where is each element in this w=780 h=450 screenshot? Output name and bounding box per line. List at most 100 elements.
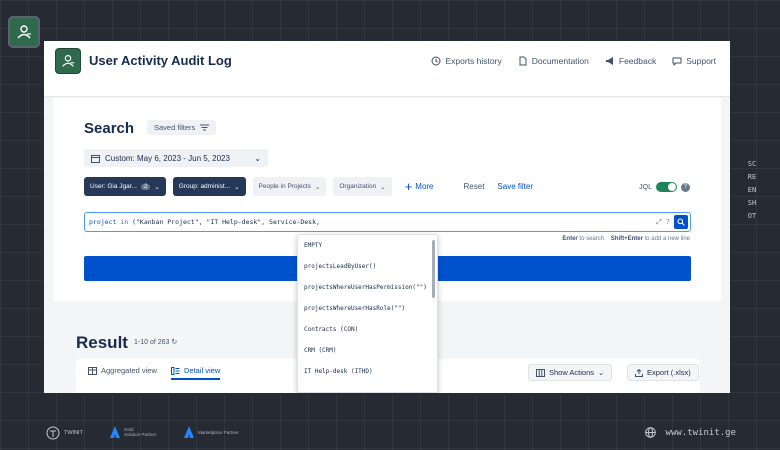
keyboard-hint: Enter to search Shift+Enter to add a new…: [562, 236, 690, 242]
user-filter-chip[interactable]: User: Gia Jgar... 2 ⌄: [84, 177, 166, 196]
atlassian-logo-icon: [110, 426, 120, 438]
jql-autocomplete-dropdown: EMPTY projectsLeadByUser() projectsWhere…: [297, 234, 438, 393]
dropdown-scrollbar[interactable]: [432, 240, 435, 298]
document-icon: [519, 56, 527, 66]
user-logo-icon: [62, 55, 75, 67]
jql-label: JQL: [639, 183, 652, 191]
jql-toggle[interactable]: [656, 182, 677, 192]
chevron-down-icon: ⌄: [254, 153, 261, 163]
user-filter-count: 2: [140, 183, 151, 190]
top-nav: Exports history Documentation Feedback S…: [431, 56, 716, 66]
expand-icon[interactable]: ⤢: [656, 218, 662, 227]
marketplace-partner-label: Marketplace Partner: [198, 429, 239, 435]
save-filter-button[interactable]: Save filter: [497, 182, 533, 191]
filter-icon: [200, 124, 210, 131]
table-icon: [88, 366, 97, 375]
chevron-down-icon: ⌄: [234, 183, 240, 191]
documentation-label: Documentation: [531, 56, 589, 66]
autocomplete-option[interactable]: IT Help-desk (ITHD): [298, 361, 437, 382]
hint-enter-text: to search: [579, 236, 605, 242]
export-button[interactable]: Export (.xlsx): [627, 364, 699, 381]
list-detail-icon: [171, 366, 180, 375]
organization-filter[interactable]: Organization ⌄: [333, 177, 392, 196]
reset-button[interactable]: Reset: [464, 182, 485, 191]
twinit-brand: TWINIT: [46, 426, 83, 440]
show-actions-button[interactable]: Show Actions ⌄: [528, 364, 613, 381]
feedback-label: Feedback: [618, 56, 657, 66]
corner-app-logo: [8, 16, 40, 48]
footer-website: www.twinit.ge: [644, 427, 736, 438]
footer: TWINIT Gold Solution Partner Marketplace …: [0, 420, 780, 444]
globe-icon: [644, 427, 656, 438]
autocomplete-option[interactable]: EMPTY: [298, 235, 437, 256]
export-label: Export (.xlsx): [647, 368, 691, 377]
organization-filter-label: Organization: [339, 183, 377, 190]
jql-query-input[interactable]: project in ("Kanban Project", "IT Help-d…: [84, 212, 691, 232]
exports-history-link[interactable]: Exports history: [431, 56, 502, 66]
autocomplete-option[interactable]: projectsWhereUserHasPermission(""): [298, 277, 437, 298]
top-bar: User Activity Audit Log Exports history …: [44, 41, 730, 97]
tab-aggregated-view[interactable]: Aggregated view: [88, 366, 157, 375]
plus-icon: +: [404, 179, 413, 194]
chevron-down-icon: ⌄: [380, 183, 386, 191]
export-icon: [635, 368, 643, 377]
feedback-link[interactable]: Feedback: [605, 56, 656, 66]
exports-history-label: Exports history: [445, 56, 502, 66]
autocomplete-option[interactable]: projectsLeadByUser(): [298, 256, 437, 277]
query-actions: ⤢ ?: [656, 215, 688, 229]
page-title: User Activity Audit Log: [89, 53, 232, 68]
more-filters-button[interactable]: + More: [405, 180, 434, 193]
refresh-icon[interactable]: ↻: [171, 339, 177, 346]
filter-row: User: Gia Jgar... 2 ⌄ Group: administ...…: [84, 177, 533, 196]
query-field: project: [89, 218, 117, 226]
user-logo-icon: [17, 25, 31, 39]
hint-shift-key: Shift+Enter: [610, 236, 643, 242]
help-icon[interactable]: ?: [666, 218, 670, 226]
history-icon: [431, 56, 441, 66]
side-watermark-text: SCREENSHOT: [747, 160, 757, 220]
support-label: Support: [686, 56, 716, 66]
result-title: Result: [76, 333, 128, 352]
query-value: ("Kanban Project", "IT Help-desk", Servi…: [132, 218, 320, 226]
saved-filters-button[interactable]: Saved filters: [147, 120, 217, 135]
chevron-down-icon: ⌄: [598, 368, 605, 377]
chevron-down-icon: ⌄: [154, 183, 160, 191]
search-button[interactable]: [674, 215, 688, 229]
autocomplete-option[interactable]: projectsWhereUserHasRole(""): [298, 298, 437, 319]
search-icon: [677, 218, 685, 226]
footer-url-text: www.twinit.ge: [665, 427, 736, 438]
brand-twinit-label: TWINIT: [64, 430, 83, 436]
hint-shift-text: to add a new line: [644, 236, 690, 242]
autocomplete-option[interactable]: Contracts (CON): [298, 319, 437, 340]
support-link[interactable]: Support: [672, 56, 716, 66]
marketplace-partner-brand: Marketplace Partner: [184, 426, 239, 438]
user-filter-label: User: Gia Jgar...: [90, 183, 137, 190]
solution-partner-label: Solution Partner: [124, 432, 157, 437]
tab-detail-label: Detail view: [184, 366, 221, 375]
date-range-picker[interactable]: Custom: May 6, 2023 - Jun 5, 2023 ⌄: [84, 149, 268, 167]
gold-partner-brand: Gold Solution Partner: [110, 426, 156, 438]
columns-icon: [536, 368, 545, 377]
calendar-icon: [91, 154, 100, 163]
chat-icon: [672, 57, 682, 66]
tab-aggregated-label: Aggregated view: [101, 366, 157, 375]
hint-enter-key: Enter: [562, 236, 578, 242]
app-logo: [55, 48, 81, 74]
show-actions-label: Show Actions: [549, 368, 595, 377]
group-filter-chip[interactable]: Group: administ... ⌄: [172, 177, 246, 196]
gold-partner-text: Gold Solution Partner: [124, 427, 156, 437]
megaphone-icon: [605, 57, 613, 65]
twinit-logo-icon: [46, 426, 60, 440]
result-count: 1-10 of 263 ↻: [134, 338, 177, 346]
jql-toggle-group: JQL ?: [639, 182, 690, 192]
group-filter-label: Group: administ...: [178, 183, 231, 190]
documentation-link[interactable]: Documentation: [518, 56, 589, 66]
chevron-down-icon: ⌄: [314, 183, 321, 191]
autocomplete-option[interactable]: CRM (CRM): [298, 340, 437, 361]
search-title: Search: [84, 120, 135, 137]
help-icon[interactable]: ?: [681, 182, 690, 192]
query-operator: in: [120, 218, 129, 226]
tab-detail-view[interactable]: Detail view: [171, 366, 221, 380]
people-in-projects-filter[interactable]: People in Projects ⌄: [252, 177, 327, 196]
more-label: More: [415, 182, 434, 191]
